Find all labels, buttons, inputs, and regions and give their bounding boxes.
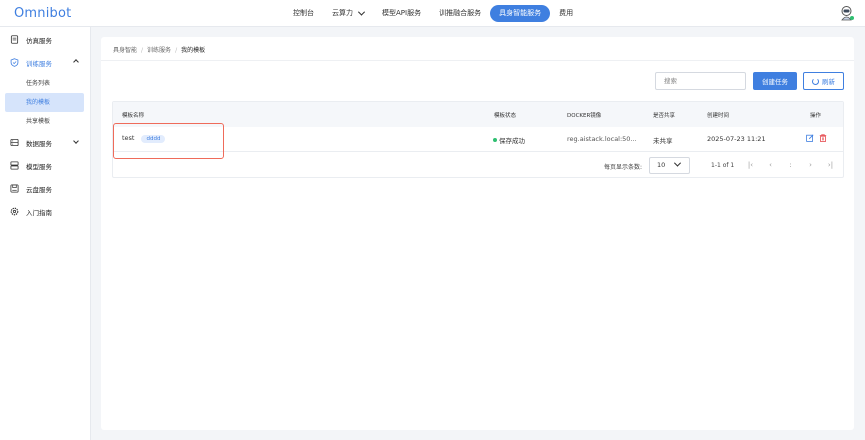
sidebar-item-label: 入门指南: [26, 208, 52, 217]
sidebar-item-models[interactable]: 模型服务: [0, 154, 90, 177]
nav-billing-label: 费用: [559, 9, 574, 17]
first-page-icon[interactable]: |‹: [746, 160, 755, 170]
chevron-down-icon[interactable]: [73, 138, 79, 144]
user-avatar-icon[interactable]: [839, 5, 855, 21]
page-ellipsis-icon: :: [789, 161, 792, 169]
per-page-label: 每页显示条数:: [604, 164, 643, 171]
sidebar-item-label: 训练服务: [26, 59, 52, 68]
column-header-actions: 操作: [810, 113, 822, 119]
column-header-docker-image: DOCKER镜像: [567, 113, 602, 119]
breadcrumb-separator: /: [141, 47, 144, 54]
per-page-select[interactable]: 10: [649, 157, 690, 174]
app-logo[interactable]: Omnibot: [14, 6, 71, 21]
database-icon: [10, 138, 19, 147]
chevron-down-icon: [357, 8, 366, 16]
delete-icon[interactable]: [819, 134, 827, 142]
sidebar-item-cloud-disk[interactable]: 云盘服务: [0, 177, 90, 200]
breadcrumb-current: 我的模板: [181, 47, 206, 54]
per-page-value: 10: [657, 161, 666, 169]
main-content-panel: 具身智能/训练服务/我的模板 创建任务 刷新 模板名称 模板状态 DOCKER镜…: [101, 37, 854, 430]
column-header-created: 创建时间: [707, 113, 730, 119]
last-page-icon[interactable]: ›|: [826, 160, 835, 170]
nav-training-inference[interactable]: 训推融合服务: [430, 5, 490, 22]
sidebar-subitem-task-list[interactable]: 任务列表: [0, 74, 84, 93]
chevron-up-icon[interactable]: [73, 59, 79, 65]
nav-embodied-ai-label: 具身智能服务: [499, 9, 542, 17]
column-header-shared: 是否共享: [653, 113, 676, 119]
breadcrumb-embodied-ai[interactable]: 具身智能: [113, 47, 137, 54]
refresh-icon: [812, 77, 819, 85]
templates-table: 模板名称 模板状态 DOCKER镜像 是否共享 创建时间 操作 test dddd…: [112, 101, 844, 178]
search-input[interactable]: [655, 72, 746, 90]
pagination: 每页显示条数: 10 1-1 of 1 |‹ ‹ : › ›|: [113, 153, 843, 178]
nav-cloud-compute-label: 云算力: [332, 9, 353, 17]
status-text: 保存成功: [499, 137, 525, 145]
disk-icon: [10, 184, 19, 193]
nav-embodied-ai[interactable]: 具身智能服务: [490, 5, 551, 22]
prev-page-icon[interactable]: ‹: [766, 160, 775, 170]
divider: [101, 60, 854, 61]
gear-icon: [10, 207, 19, 216]
refresh-button[interactable]: 刷新: [803, 72, 844, 90]
shared-cell: 未共享: [653, 137, 673, 145]
status-cell: 保存成功: [493, 135, 525, 145]
sidebar: 仿真服务 训练服务 任务列表 我的模板 共享模板 数据服务 模型服务 云盘服务 …: [0, 27, 91, 440]
nav-model-api-label: 模型API服务: [382, 9, 422, 17]
chevron-down-icon: [673, 159, 682, 167]
breadcrumb-training-service[interactable]: 训练服务: [147, 47, 171, 54]
sidebar-subitem-shared-templates[interactable]: 共享模板: [0, 112, 84, 131]
created-time-cell: 2025-07-23 11:21: [707, 135, 766, 143]
breadcrumb: 具身智能 / 训练服务 / 我的模板: [113, 45, 205, 54]
nav-training-inference-label: 训推融合服务: [439, 9, 482, 17]
nav-console[interactable]: 控制台: [284, 5, 323, 22]
shield-icon: [10, 58, 19, 67]
sidebar-item-label: 仿真服务: [26, 36, 52, 45]
document-icon: [10, 35, 19, 44]
column-header-status: 模板状态: [494, 113, 517, 119]
server-icon: [10, 161, 19, 170]
edit-icon[interactable]: [806, 134, 814, 142]
page-range: 1-1 of 1: [711, 162, 735, 169]
main-nav: 控制台 云算力 模型API服务 训推融合服务 具身智能服务 费用: [284, 5, 582, 22]
sidebar-subitem-my-templates[interactable]: 我的模板: [5, 93, 84, 112]
status-dot: [493, 138, 497, 142]
refresh-label: 刷新: [822, 78, 835, 86]
sidebar-item-data[interactable]: 数据服务: [0, 131, 90, 154]
nav-console-label: 控制台: [293, 9, 314, 17]
next-page-icon[interactable]: ›: [806, 160, 815, 170]
sidebar-item-simulation[interactable]: 仿真服务: [0, 28, 90, 51]
breadcrumb-separator: /: [175, 47, 178, 54]
docker-image-cell: reg.aistack.local:50...: [567, 135, 637, 143]
sidebar-item-label: 云盘服务: [26, 185, 52, 194]
top-navigation-bar: Omnibot 控制台 云算力 模型API服务 训推融合服务 具身智能服务 费用: [0, 0, 865, 27]
nav-cloud-compute[interactable]: 云算力: [323, 5, 373, 22]
nav-billing[interactable]: 费用: [550, 5, 582, 22]
column-header-name: 模板名称: [122, 113, 145, 119]
sidebar-item-getting-started[interactable]: 入门指南: [0, 200, 90, 223]
create-task-button[interactable]: 创建任务: [753, 72, 797, 90]
nav-model-api[interactable]: 模型API服务: [373, 5, 430, 22]
sidebar-item-label: 模型服务: [26, 162, 52, 171]
sidebar-item-training[interactable]: 训练服务: [0, 51, 90, 74]
sidebar-item-label: 数据服务: [26, 139, 52, 148]
